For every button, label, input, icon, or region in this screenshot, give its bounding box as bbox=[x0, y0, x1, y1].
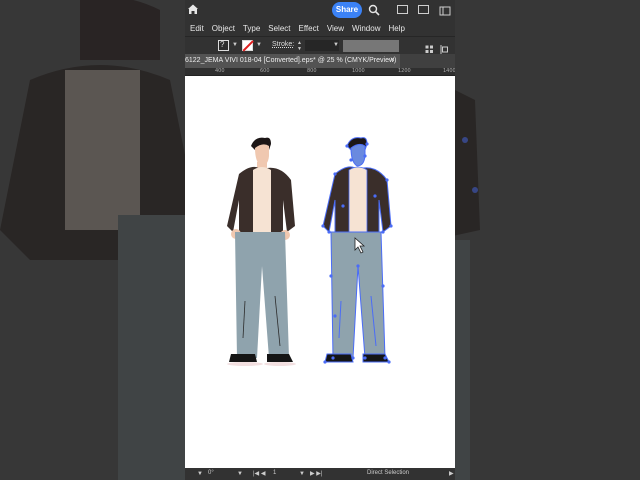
arrange-icon[interactable] bbox=[439, 4, 451, 16]
panel-icon[interactable] bbox=[418, 5, 429, 14]
style-dropdown[interactable] bbox=[343, 40, 399, 52]
ruler-tick: 1400 bbox=[443, 68, 455, 74]
rotation-value[interactable]: 0° bbox=[208, 470, 214, 476]
share-button[interactable]: Share bbox=[332, 2, 362, 18]
ruler-tick: 1000 bbox=[352, 68, 365, 74]
menu-help[interactable]: Help bbox=[384, 24, 408, 33]
artboard-prev-icon[interactable]: |◀ ◀ bbox=[253, 470, 265, 477]
close-icon[interactable]: × bbox=[390, 55, 395, 64]
menu-edit[interactable]: Edit bbox=[186, 24, 208, 33]
menu-select[interactable]: Select bbox=[264, 24, 294, 33]
chevron-down-icon[interactable]: ▼ bbox=[237, 471, 243, 477]
home-icon[interactable] bbox=[187, 3, 199, 15]
top-bar: Share bbox=[185, 0, 455, 20]
menu-window[interactable]: Window bbox=[348, 24, 384, 33]
selected-character[interactable] bbox=[321, 137, 393, 364]
stroke-label[interactable]: Stroke: bbox=[272, 41, 294, 48]
artboard-next-icon[interactable]: ▶ ▶| bbox=[310, 470, 322, 477]
artwork bbox=[227, 137, 393, 366]
chevron-down-icon[interactable]: ▼ bbox=[333, 42, 339, 48]
ruler-tick: 400 bbox=[215, 68, 225, 74]
video-frame: Share Edit Object Type Select Effect Vie… bbox=[0, 0, 640, 480]
ruler-tick: 1200 bbox=[398, 68, 411, 74]
menu-type[interactable]: Type bbox=[239, 24, 264, 33]
ruler-tick: 800 bbox=[307, 68, 317, 74]
illustrator-window: Share Edit Object Type Select Effect Vie… bbox=[185, 0, 455, 480]
control-bar: ? ▼ ▼ Stroke: ▲ ▼ ▼ bbox=[185, 36, 455, 54]
document-tab-title: 6122_JEMA VIVI 018-04 [Converted].eps* @… bbox=[185, 57, 397, 64]
status-bar: ▼ 0° ▼ |◀ ◀ 1 ▼ ▶ ▶| Direct Selection ▶ bbox=[185, 468, 455, 480]
document-tab[interactable]: 6122_JEMA VIVI 018-04 [Converted].eps* @… bbox=[185, 54, 401, 68]
stroke-swatch-icon[interactable] bbox=[242, 40, 253, 51]
menu-effect[interactable]: Effect bbox=[295, 24, 323, 33]
artboard-number[interactable]: 1 bbox=[273, 470, 276, 476]
character-illustration bbox=[227, 137, 296, 366]
current-tool-label: Direct Selection bbox=[367, 470, 410, 476]
background-blur-left bbox=[0, 0, 185, 480]
transform-icon[interactable] bbox=[440, 41, 449, 54]
horizontal-ruler: 400 600 800 1000 1200 1400 bbox=[185, 68, 455, 76]
menu-view[interactable]: View bbox=[323, 24, 348, 33]
chevron-down-icon[interactable]: ▼ bbox=[232, 42, 238, 48]
align-icon[interactable] bbox=[425, 41, 434, 53]
menu-bar: Edit Object Type Select Effect View Wind… bbox=[185, 20, 455, 36]
ruler-tick: 600 bbox=[260, 68, 270, 74]
chevron-down-icon[interactable]: ▼ bbox=[197, 471, 203, 477]
artboard-canvas[interactable] bbox=[185, 76, 455, 468]
stepper-icon[interactable]: ▲ ▼ bbox=[297, 40, 302, 52]
chevron-down-icon[interactable]: ▼ bbox=[299, 471, 305, 477]
fill-swatch-symbol: ? bbox=[220, 40, 225, 49]
workspace-icon[interactable] bbox=[397, 5, 408, 14]
search-icon[interactable] bbox=[368, 4, 380, 16]
menu-object[interactable]: Object bbox=[208, 24, 239, 33]
chevron-down-icon[interactable]: ▼ bbox=[256, 42, 262, 48]
status-menu-icon[interactable]: ▶ bbox=[449, 470, 454, 477]
document-tab-bar: 6122_JEMA VIVI 018-04 [Converted].eps* @… bbox=[185, 54, 455, 68]
background-blur-right bbox=[455, 0, 640, 480]
